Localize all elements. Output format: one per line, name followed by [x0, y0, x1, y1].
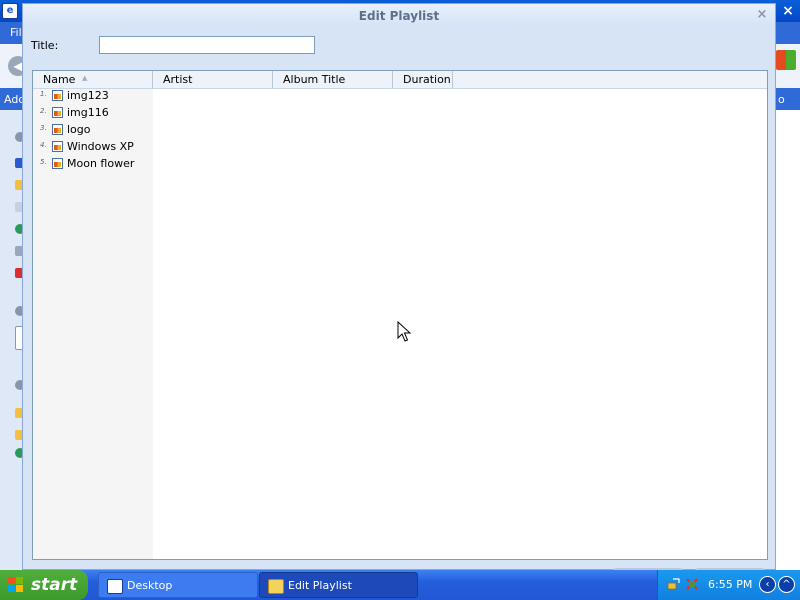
clock[interactable]: 6:55 PM [708, 578, 752, 591]
row-name: Windows XP [67, 140, 134, 153]
taskbar: start Desktop Edit Playlist 6:55 PM ‹ ^ [0, 570, 800, 600]
menu-item-file[interactable]: Fil [10, 26, 22, 39]
taskbar-item-label: Edit Playlist [288, 579, 352, 592]
windows-flag-icon [776, 50, 796, 70]
row-number: 3. [40, 124, 47, 132]
address-go-label[interactable]: o [778, 93, 785, 106]
image-file-icon [52, 107, 63, 118]
row-name: logo [67, 123, 91, 136]
start-label: start [31, 575, 78, 595]
row-number: 5. [40, 158, 47, 166]
title-field-label: Title: [31, 39, 59, 52]
chevron-up-icon[interactable]: ^ [778, 576, 795, 593]
row-name: Moon flower [67, 157, 135, 170]
security-alert-icon[interactable] [685, 577, 699, 591]
list-item[interactable]: 1. img123 [33, 89, 153, 106]
ie-icon [107, 579, 123, 594]
close-icon[interactable]: × [780, 3, 796, 19]
row-name: img116 [67, 106, 109, 119]
list-header: Name ▲ Artist Album Title Duration [33, 71, 767, 89]
dialog-titlebar[interactable]: Edit Playlist × [23, 4, 775, 28]
windows-flag-icon [8, 577, 23, 592]
dialog-title: Edit Playlist [358, 9, 440, 23]
network-icon[interactable] [667, 577, 681, 591]
row-number: 4. [40, 141, 47, 149]
list-item[interactable]: 3. logo [33, 123, 153, 140]
image-file-icon [52, 90, 63, 101]
chevron-left-icon[interactable]: ‹ [759, 576, 776, 593]
image-file-icon [52, 141, 63, 152]
edit-playlist-dialog: Edit Playlist × Title: Name ▲ Artist Alb… [22, 3, 776, 571]
image-file-icon [52, 158, 63, 169]
close-icon[interactable]: × [755, 8, 769, 22]
taskbar-item-edit-playlist[interactable]: Edit Playlist [259, 572, 418, 598]
list-item[interactable]: 2. img116 [33, 106, 153, 123]
column-header-name[interactable]: Name [33, 71, 153, 88]
row-number: 2. [40, 107, 47, 115]
list-item[interactable]: 5. Moon flower [33, 157, 153, 174]
column-header-artist[interactable]: Artist [153, 71, 273, 88]
title-input[interactable] [99, 36, 315, 54]
system-tray: 6:55 PM ‹ ^ [657, 570, 800, 600]
taskbar-item-desktop[interactable]: Desktop [98, 572, 258, 598]
mouse-pointer-icon [397, 321, 411, 342]
column-header-album-title[interactable]: Album Title [273, 71, 393, 88]
folder-icon [268, 579, 284, 594]
image-file-icon [52, 124, 63, 135]
start-button[interactable]: start [0, 570, 88, 600]
list-item[interactable]: 4. Windows XP [33, 140, 153, 157]
ie-icon: e [2, 3, 18, 19]
row-name: img123 [67, 89, 109, 102]
sort-ascending-icon: ▲ [82, 74, 88, 82]
row-number: 1. [40, 90, 47, 98]
playlist-list: Name ▲ Artist Album Title Duration 1. im… [32, 70, 768, 560]
column-header-duration[interactable]: Duration [393, 71, 453, 88]
taskbar-item-label: Desktop [127, 579, 173, 592]
